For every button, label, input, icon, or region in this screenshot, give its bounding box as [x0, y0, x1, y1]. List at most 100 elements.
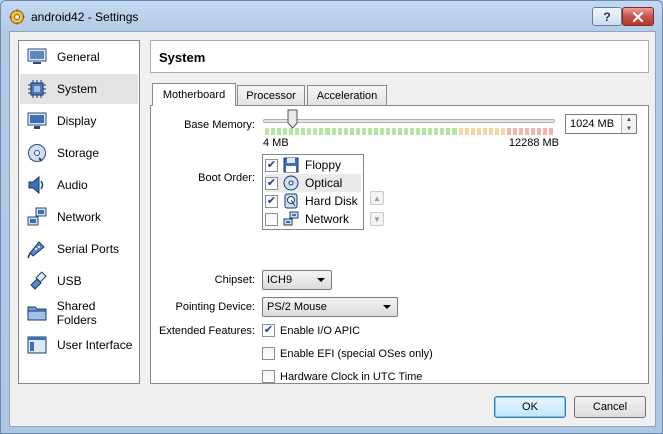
boot-checkbox-optical[interactable]: ✔ — [265, 176, 278, 190]
ok-label: OK — [522, 401, 538, 413]
extended-features-label: Extended Features: — [158, 325, 255, 337]
arrow-down-icon: ▼ — [373, 214, 381, 224]
sidebar-item-label: System — [57, 82, 98, 96]
boot-order-label: Boot Order: — [198, 172, 255, 184]
boot-item-floppy[interactable]: ✔ Floppy — [265, 156, 361, 174]
move-up-button[interactable]: ▲ — [370, 191, 384, 205]
slider-scale-segment — [410, 128, 415, 135]
sidebar-item-label: Audio — [57, 178, 88, 192]
settings-sidebar: General System Display Storage Audio Net… — [18, 40, 140, 384]
folder-icon — [26, 302, 48, 324]
sidebar-item-audio[interactable]: Audio — [20, 170, 138, 200]
sidebar-item-label: Shared Folders — [56, 299, 97, 327]
slider-scale-segment — [391, 128, 397, 135]
slider-scale-segment — [512, 128, 517, 135]
slider-scale-segment — [518, 128, 524, 135]
boot-item-hard-disk[interactable]: ✔ Hard Disk — [265, 192, 361, 210]
slider-scale-segment — [488, 128, 493, 135]
tab-label: Processor — [246, 90, 296, 102]
feature-io-apic[interactable]: ✔ Enable I/O APIC — [262, 324, 360, 337]
boot-item-network[interactable]: Network — [265, 210, 361, 228]
close-button[interactable] — [622, 7, 654, 26]
slider-scale-segment — [283, 128, 288, 135]
slider-scale-segment — [367, 128, 372, 135]
tab-label: Motherboard — [162, 89, 226, 101]
base-memory-slider-track[interactable] — [263, 119, 555, 123]
tab-processor[interactable]: Processor — [237, 85, 305, 106]
tab-acceleration[interactable]: Acceleration — [307, 85, 387, 106]
slider-scale-segment — [494, 128, 499, 135]
ok-button[interactable]: OK — [494, 396, 566, 418]
sidebar-item-network[interactable]: Network — [20, 202, 138, 232]
base-memory-slider-thumb[interactable] — [287, 109, 298, 129]
floppy-icon — [283, 157, 299, 173]
boot-item-label: Floppy — [305, 158, 342, 172]
slider-scale-segment — [271, 128, 276, 135]
pointing-device-select[interactable]: PS/2 Mouse — [262, 297, 398, 317]
tab-motherboard[interactable]: Motherboard — [152, 83, 236, 106]
sidebar-item-label: User Interface — [57, 338, 133, 352]
base-memory-spinbox[interactable]: 1024 MB ▲ ▼ — [565, 114, 637, 134]
slider-scale-segment — [337, 128, 342, 135]
boot-checkbox-network[interactable] — [265, 212, 278, 226]
sidebar-item-usb[interactable]: USB — [20, 266, 138, 296]
sidebar-item-label: USB — [57, 274, 82, 288]
sidebar-item-general[interactable]: General — [20, 42, 138, 72]
title-bar[interactable]: android42 - Settings ? — [1, 1, 662, 31]
slider-scale-segment — [289, 128, 294, 135]
feature-efi[interactable]: Enable EFI (special OSes only) — [262, 347, 433, 360]
chipset-select[interactable]: ICH9 — [262, 270, 332, 290]
utc-clock-checkbox[interactable] — [262, 370, 275, 383]
boot-item-optical[interactable]: ✔ Optical — [265, 174, 361, 192]
boot-item-label: Network — [305, 212, 350, 226]
usb-icon — [26, 270, 48, 292]
slider-scale-segment — [525, 128, 530, 135]
chipset-label: Chipset: — [214, 274, 255, 286]
network-icon — [26, 206, 48, 228]
window-title: android42 - Settings — [31, 10, 139, 24]
slider-scale-segment — [313, 128, 318, 135]
boot-item-label: Optical — [305, 176, 343, 190]
feature-label: Enable EFI (special OSes only) — [280, 347, 433, 360]
arrow-up-icon: ▲ — [373, 193, 381, 203]
cancel-button[interactable]: Cancel — [574, 396, 646, 418]
slider-scale-segment — [379, 128, 384, 135]
efi-checkbox[interactable] — [262, 347, 275, 360]
cancel-label: Cancel — [592, 401, 628, 413]
serial-port-icon — [26, 238, 48, 260]
sidebar-item-system[interactable]: System — [20, 74, 138, 104]
help-button[interactable]: ? — [592, 7, 622, 26]
virtualbox-gear-icon — [9, 9, 25, 25]
spin-up-icon[interactable]: ▲ — [621, 115, 636, 124]
slider-scale-segment — [373, 128, 378, 135]
spin-down-icon[interactable]: ▼ — [621, 124, 636, 133]
sidebar-item-display[interactable]: Display — [20, 106, 138, 136]
io-apic-checkbox[interactable]: ✔ — [262, 324, 275, 337]
pointing-device-label: Pointing Device: — [175, 301, 256, 313]
base-memory-max-label: 12288 MB — [508, 137, 559, 149]
slider-scale-segment — [464, 128, 469, 135]
sidebar-item-label: Network — [57, 210, 102, 224]
boot-checkbox-floppy[interactable]: ✔ — [265, 158, 278, 172]
slider-scale-segment — [319, 128, 324, 135]
user-interface-icon — [26, 334, 48, 356]
base-memory-value: 1024 MB — [570, 118, 615, 130]
slider-scale-segment — [331, 128, 336, 135]
sidebar-item-serial-ports[interactable]: Serial Ports — [20, 234, 138, 264]
sidebar-item-user-interface[interactable]: User Interface — [20, 330, 138, 360]
sidebar-item-shared-folders[interactable]: Shared Folders — [20, 298, 138, 328]
close-icon — [632, 11, 644, 22]
slider-scale-segment — [531, 128, 536, 135]
boot-checkbox-hard-disk[interactable]: ✔ — [265, 194, 278, 208]
slider-scale-segment — [422, 128, 427, 135]
slider-scale-segment — [440, 128, 445, 135]
speaker-icon — [26, 174, 48, 196]
page-header: System — [150, 40, 649, 73]
sidebar-item-label: Display — [57, 114, 97, 128]
slider-scale-segment — [452, 128, 457, 135]
feature-utc-clock[interactable]: Hardware Clock in UTC Time — [262, 370, 422, 383]
boot-item-label: Hard Disk — [305, 194, 358, 208]
slider-scale-segment — [398, 128, 403, 135]
move-down-button[interactable]: ▼ — [370, 212, 384, 226]
sidebar-item-storage[interactable]: Storage — [20, 138, 138, 168]
